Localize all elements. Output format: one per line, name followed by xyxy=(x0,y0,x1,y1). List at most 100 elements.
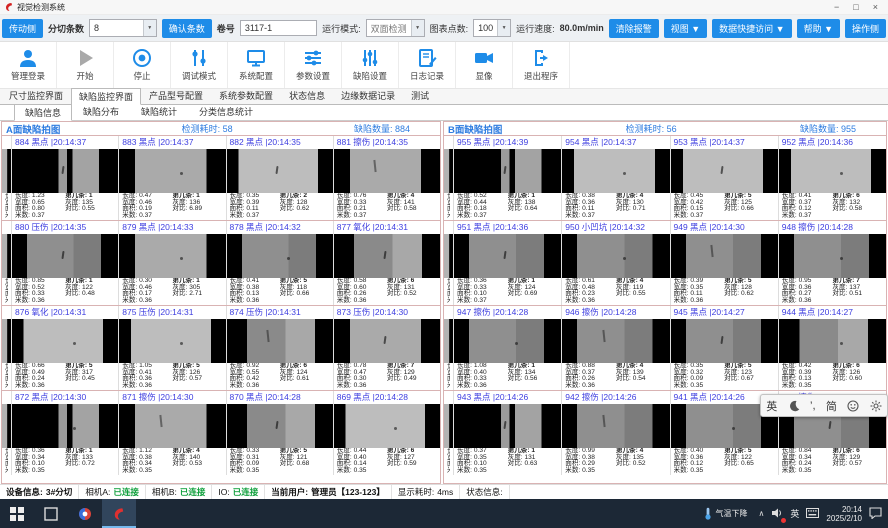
system-config-button[interactable]: 系统配置 xyxy=(228,42,285,88)
defect-settings-button[interactable]: 缺陷设置 xyxy=(342,42,399,88)
main-tab-0[interactable]: 尺寸监控界面 xyxy=(1,87,71,104)
taskbar-app-browser[interactable] xyxy=(68,499,102,528)
ime-language-indicator[interactable]: 英 xyxy=(790,507,799,520)
slit-count-select[interactable]: 8 ▼ xyxy=(89,19,157,37)
sub-tab-3[interactable]: 分类信息统计 xyxy=(188,103,264,120)
stop-icon xyxy=(132,48,152,68)
hidden-icons-chevron[interactable]: ∧ xyxy=(759,509,765,518)
sub-tab-0[interactable]: 缺陷信息 xyxy=(14,104,72,121)
defect-cell[interactable]: 951 黑点 |20:14:36长度: 0.36宽度: 0.33面积: 0.10… xyxy=(454,221,562,305)
defect-cell[interactable]: 952 黑点 |20:14:36长度: 0.41宽度: 0.37面积: 0.12… xyxy=(779,136,886,220)
main-tab-2[interactable]: 产品型号配置 xyxy=(141,87,211,104)
task-view-button[interactable] xyxy=(34,499,68,528)
defect-cell[interactable]: 871 擦伤 |20:14:30长度: 1.12宽度: 0.38面积: 0.34… xyxy=(119,391,226,475)
stat-line: 米数: 0.35 xyxy=(337,468,387,475)
minimize-button[interactable]: − xyxy=(834,0,839,14)
action-center-button[interactable] xyxy=(869,507,882,521)
defect-cell[interactable]: 877 氧化 |20:14:31长度: 0.58宽度: 0.60面积: 0.26… xyxy=(334,221,440,305)
defect-cell[interactable]: 945 黑点 |20:14:27长度: 0.35宽度: 0.32面积: 0.09… xyxy=(671,306,779,390)
run-mode-select[interactable]: 双面检测 ▼ xyxy=(366,19,425,37)
defect-cell-header: 872 黑点 |20:14:30 xyxy=(12,391,118,404)
imaging-button[interactable]: 显像 xyxy=(456,42,513,88)
defect-cell-header: 880 压伤 |20:14:35 xyxy=(12,221,118,234)
defect-cell[interactable]: 949 黑点 |20:14:30长度: 0.39宽度: 0.35面积: 0.11… xyxy=(671,221,779,305)
gear-icon[interactable] xyxy=(870,400,882,412)
defect-cell-header: 953 黑点 |20:14:37 xyxy=(671,136,778,149)
moon-icon[interactable] xyxy=(788,400,800,412)
defect-cell[interactable]: 875 压伤 |20:14:31长度: 1.05宽度: 0.41面积: 0.36… xyxy=(119,306,226,390)
defect-stats: 长度: 0.66宽度: 0.66面积: 0.43米数: 0.37 xyxy=(444,448,453,475)
drive-side-button[interactable]: 传动侧 xyxy=(2,19,43,38)
weather-widget[interactable]: 气温下降 xyxy=(700,507,752,520)
emoji-icon[interactable] xyxy=(847,400,859,412)
defect-cell[interactable]: 883 黑点 |20:14:37长度: 0.47宽度: 0.46面积: 0.19… xyxy=(119,136,226,220)
main-tab-6[interactable]: 测试 xyxy=(403,87,437,104)
roll-number-label: 卷号 xyxy=(217,22,235,35)
defect-cell[interactable]: 944 黑点 |20:14:27长度: 0.42宽度: 0.39面积: 0.13… xyxy=(779,306,886,390)
volume-button[interactable] xyxy=(771,507,783,521)
stats-left-column: 长度: 0.66宽度: 0.66面积: 0.43米数: 0.37 xyxy=(5,363,8,390)
defect-cell[interactable]: 954 黑点 |20:14:37长度: 0.38宽度: 0.36面积: 0.11… xyxy=(562,136,670,220)
stats-left-column: 长度: 0.76宽度: 0.33面积: 0.21米数: 0.37 xyxy=(337,193,387,220)
defect-cell[interactable]: 876 氧化 |20:14:31长度: 0.66宽度: 0.49面积: 0.24… xyxy=(12,306,119,390)
defect-cell[interactable]: 870 黑点 |20:14:28长度: 0.33宽度: 0.31面积: 0.09… xyxy=(227,391,334,475)
defect-cell[interactable]: 880 压伤 |20:14:35长度: 0.85宽度: 0.52面积: 0.33… xyxy=(12,221,119,305)
defect-image xyxy=(334,319,440,363)
defect-cell[interactable]: 950 小凹坑 |20:14:32长度: 0.61宽度: 0.48面积: 0.2… xyxy=(562,221,670,305)
defect-cell[interactable]: 873 压伤 |20:14:30长度: 0.78宽度: 0.47面积: 0.30… xyxy=(334,306,440,390)
defect-cell[interactable]: 884 黑点 |20:14:37长度: 1.23宽度: 0.65面积: 0.80… xyxy=(12,136,119,220)
defect-cell[interactable]: 947 擦伤 |20:14:28长度: 1.08宽度: 0.40面积: 0.33… xyxy=(454,306,562,390)
view-menu-button[interactable]: 视图 ▼ xyxy=(664,19,707,38)
defect-cell[interactable]: 879 黑点 |20:14:33长度: 0.30宽度: 0.46面积: 0.17… xyxy=(119,221,226,305)
stats-right-column: 第几条: 5灰度: 118对比: 0.66 xyxy=(280,278,330,305)
clipped-column: 长度: 0.66宽度: 0.66面积: 0.43米数: 0.37 xyxy=(444,136,454,220)
main-tab-4[interactable]: 状态信息 xyxy=(281,87,333,104)
operator-side-button[interactable]: 操作侧 xyxy=(845,19,886,38)
start-button[interactable]: 开始 xyxy=(57,42,114,88)
ime-punctuation-button[interactable]: ’, xyxy=(810,400,816,412)
defect-cell[interactable]: 869 黑点 |20:14:28长度: 0.44宽度: 0.40面积: 0.14… xyxy=(334,391,440,475)
defect-cell[interactable]: 955 黑点 |20:14:39长度: 0.52宽度: 0.44面积: 0.18… xyxy=(454,136,562,220)
stat-line: 米数: 0.35 xyxy=(674,468,725,475)
param-settings-button[interactable]: 参数设置 xyxy=(285,42,342,88)
defect-cell[interactable]: 948 擦伤 |20:14:28长度: 0.95宽度: 0.36面积: 0.27… xyxy=(779,221,886,305)
taskbar-clock[interactable]: 20:14 2025/2/10 xyxy=(826,505,862,523)
defect-cell[interactable]: 946 擦伤 |20:14:28长度: 0.88宽度: 0.37面积: 0.26… xyxy=(562,306,670,390)
taskbar-app-inspection[interactable] xyxy=(102,499,136,528)
ime-english-button[interactable]: 英 xyxy=(766,398,777,414)
admin-login-button[interactable]: 管理登录 xyxy=(0,42,57,88)
defect-cell[interactable]: 874 压伤 |20:14:31长度: 0.92宽度: 0.55面积: 0.42… xyxy=(227,306,334,390)
touch-keyboard-button[interactable] xyxy=(806,508,819,520)
defect-cell[interactable]: 943 黑点 |20:14:26长度: 0.37宽度: 0.35面积: 0.10… xyxy=(454,391,562,475)
sub-tab-2[interactable]: 缺陷统计 xyxy=(130,103,188,120)
clipped-cell-header xyxy=(2,306,11,319)
log-record-button[interactable]: 日志记录 xyxy=(399,42,456,88)
close-button[interactable]: × xyxy=(873,0,878,14)
chart-points-select[interactable]: 100 ▼ xyxy=(473,19,511,37)
defect-cell[interactable]: 942 擦伤 |20:14:26长度: 0.99宽度: 0.38面积: 0.29… xyxy=(562,391,670,475)
roll-number-input[interactable]: 3117-1 xyxy=(240,20,317,36)
stats-right-column: 第几条: 4灰度: 139对比: 0.54 xyxy=(616,363,667,390)
help-menu-button[interactable]: 帮助 ▼ xyxy=(797,19,840,38)
maximize-button[interactable]: □ xyxy=(853,0,858,14)
defect-panel-b: B面缺陷拍图检测耗时: 56缺陷数量: 955长度: 0.66宽度: 0.66面… xyxy=(443,121,887,484)
defect-cell[interactable]: 882 黑点 |20:14:35长度: 0.35宽度: 0.39面积: 0.11… xyxy=(227,136,334,220)
sub-tab-1[interactable]: 缺陷分布 xyxy=(72,103,130,120)
defect-stats: 长度: 0.33宽度: 0.31面积: 0.09米数: 0.35第几条: 5灰度… xyxy=(227,448,333,475)
defect-cell[interactable]: 953 黑点 |20:14:37长度: 0.45宽度: 0.42面积: 0.15… xyxy=(671,136,779,220)
stop-button[interactable]: 停止 xyxy=(114,42,171,88)
start-button[interactable] xyxy=(0,499,34,528)
clear-alarm-button[interactable]: 清除报警 xyxy=(609,19,659,38)
main-tab-3[interactable]: 系统参数配置 xyxy=(211,87,281,104)
defect-cell[interactable]: 881 擦伤 |20:14:35长度: 0.76宽度: 0.33面积: 0.21… xyxy=(334,136,440,220)
stats-left-column: 长度: 0.36宽度: 0.33面积: 0.10米数: 0.37 xyxy=(457,278,508,305)
confirm-count-button[interactable]: 确认条数 xyxy=(162,19,212,38)
main-tab-5[interactable]: 边缘数据记录 xyxy=(333,87,403,104)
exit-program-button[interactable]: 退出程序 xyxy=(513,42,570,88)
debug-mode-button[interactable]: 调试模式 xyxy=(171,42,228,88)
data-quick-access-menu-button[interactable]: 数据快捷访问 ▼ xyxy=(712,19,791,38)
defect-cell[interactable]: 878 黑点 |20:14:32长度: 0.41宽度: 0.38面积: 0.13… xyxy=(227,221,334,305)
ime-simplified-button[interactable]: 简 xyxy=(826,398,837,414)
stat-line: 米数: 0.37 xyxy=(565,213,616,220)
defect-cell[interactable]: 872 黑点 |20:14:30长度: 0.36宽度: 0.34面积: 0.10… xyxy=(12,391,119,475)
